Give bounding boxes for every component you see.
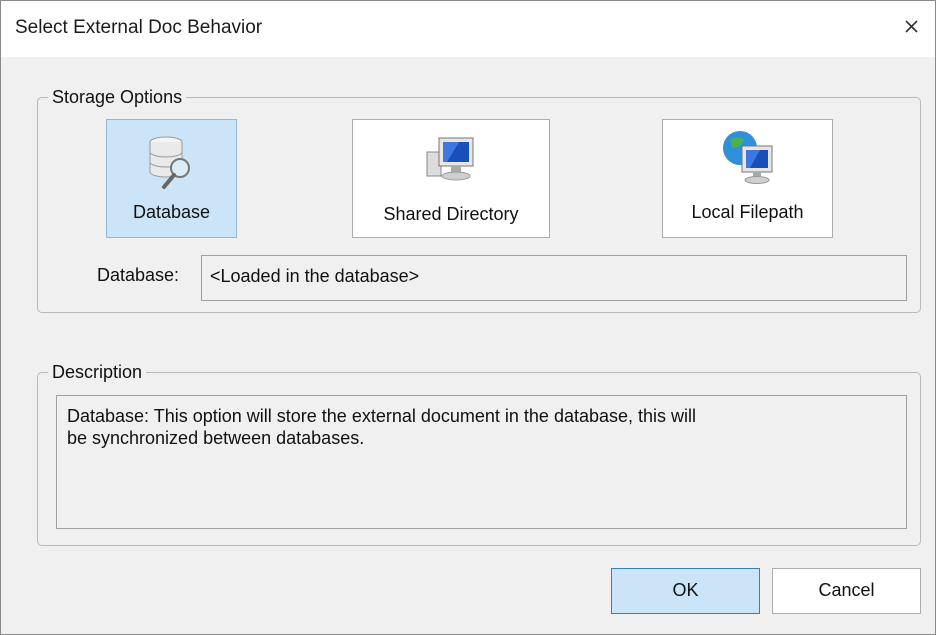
storage-options-legend: Storage Options	[52, 87, 183, 107]
description-text-box: Database: This option will store the ext…	[56, 395, 907, 529]
database-option-label: Database	[132, 202, 211, 222]
ok-button[interactable]: OK	[611, 568, 760, 614]
title-bar: Select External Doc Behavior	[1, 1, 935, 57]
dialog-window: Select External Doc Behavior Storage Opt…	[0, 0, 936, 635]
database-search-icon	[142, 132, 202, 197]
dialog-title: Select External Doc Behavior	[15, 17, 263, 38]
database-option-button[interactable]: Database	[106, 119, 237, 238]
description-legend: Description	[52, 362, 143, 382]
local-filepath-option-label: Local Filepath	[691, 202, 804, 222]
network-computer-icon	[421, 132, 481, 197]
description-line-2: be synchronized between databases.	[67, 428, 365, 448]
shared-directory-option-label: Shared Directory	[383, 204, 519, 224]
shared-directory-option-button[interactable]: Shared Directory	[352, 119, 550, 238]
globe-computer-icon	[718, 126, 778, 193]
database-location-field[interactable]: <Loaded in the database>	[201, 255, 907, 301]
database-location-value: <Loaded in the database>	[210, 266, 420, 286]
close-icon[interactable]	[899, 13, 925, 39]
database-field-label: Database:	[97, 265, 180, 285]
cancel-button[interactable]: Cancel	[772, 568, 921, 614]
description-line-1: Database: This option will store the ext…	[67, 406, 697, 426]
local-filepath-option-button[interactable]: Local Filepath	[662, 119, 833, 238]
